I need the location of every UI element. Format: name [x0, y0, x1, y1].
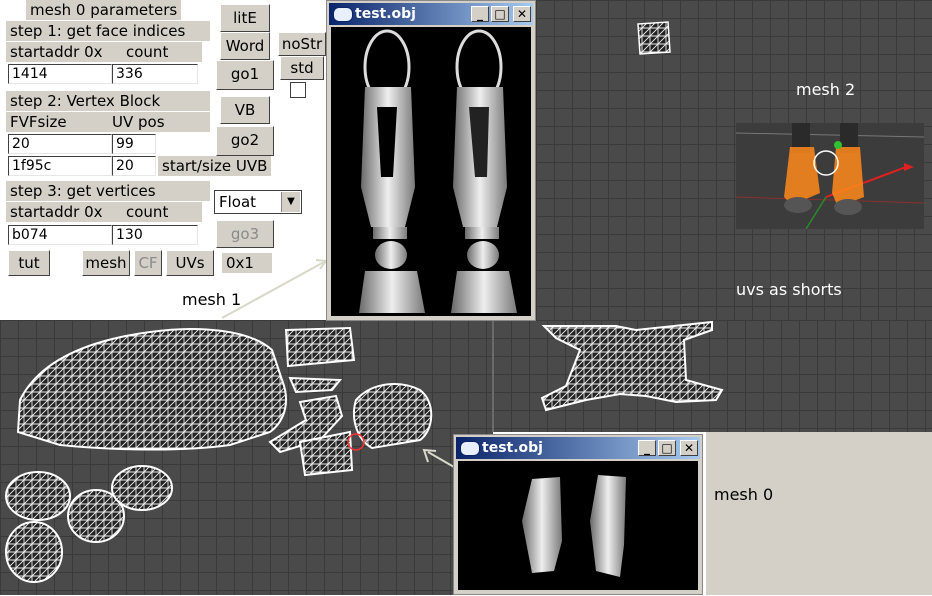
cf-button[interactable]: CF: [134, 250, 162, 276]
step1-heading: step 1: get face indices: [6, 21, 210, 41]
vertex-type-select[interactable]: Float ▼: [214, 190, 302, 214]
annotation-uvs-shorts: uvs as shorts: [736, 280, 842, 299]
step3-count-field[interactable]: 130: [112, 225, 198, 245]
hex-value-label: 0x1: [222, 253, 272, 273]
window-title: test.obj: [355, 6, 416, 22]
step3-col2-label: count: [108, 202, 202, 222]
lite-button[interactable]: litE: [220, 4, 270, 32]
close-icon[interactable]: ✕: [680, 440, 698, 456]
window-titlebar[interactable]: test.obj _ □ ✕: [329, 3, 533, 25]
app-icon: [460, 441, 480, 456]
tut-button[interactable]: tut: [8, 250, 50, 276]
wire-object-small: [637, 21, 671, 55]
chevron-down-icon[interactable]: ▼: [281, 192, 300, 212]
step2-col1-label: FVFsize: [6, 112, 116, 132]
vb-button[interactable]: VB: [220, 96, 270, 124]
panel-title: mesh 0 parameters: [26, 0, 182, 20]
maximize-icon[interactable]: □: [658, 440, 676, 456]
mesh0-render: [522, 475, 626, 577]
app-icon: [333, 7, 353, 22]
uvb-size-field[interactable]: 20: [112, 156, 156, 176]
preview-window-top[interactable]: test.obj _ □ ✕: [326, 0, 536, 321]
go2-button[interactable]: go2: [216, 126, 274, 156]
render-area: [331, 27, 531, 316]
uv-wireframe-mesh1: [5, 326, 433, 583]
uvb-start-field[interactable]: 1f95c: [8, 156, 112, 176]
nostr-button[interactable]: noStr: [278, 32, 326, 56]
minimize-icon[interactable]: _: [638, 440, 656, 456]
step2-col2-label: UV pos: [108, 112, 210, 132]
minimize-icon[interactable]: _: [471, 6, 489, 22]
annotation-mesh2: mesh 2: [796, 80, 856, 99]
preview-window-bottom[interactable]: test.obj _ □ ✕: [453, 434, 703, 595]
blank-area: [706, 432, 932, 595]
step3-addr-field[interactable]: b074: [8, 225, 112, 245]
start-size-uvb-label: start/size UVB: [158, 156, 272, 176]
step1-count-field[interactable]: 336: [112, 64, 198, 84]
render-area-bottom: [458, 461, 698, 590]
step3-col1-label: startaddr 0x: [6, 202, 116, 222]
uvs-button[interactable]: UVs: [166, 250, 214, 276]
go3-button[interactable]: go3: [216, 220, 274, 248]
uv-wireframe-mesh2: [540, 320, 724, 412]
window-title: test.obj: [482, 440, 543, 456]
go1-button[interactable]: go1: [216, 60, 274, 90]
step1-addr-field[interactable]: 1414: [8, 64, 112, 84]
std-button[interactable]: std: [280, 56, 324, 80]
step2-heading: step 2: Vertex Block: [6, 91, 210, 111]
step3-heading: step 3: get vertices: [6, 181, 210, 201]
uv-pos-field[interactable]: 99: [112, 134, 156, 154]
window-titlebar-bottom[interactable]: test.obj _ □ ✕: [456, 437, 700, 459]
fvf-size-field[interactable]: 20: [8, 134, 112, 154]
annotation-mesh1: mesh 1: [182, 290, 242, 309]
vertex-type-value: Float: [219, 193, 257, 211]
word-button[interactable]: Word: [220, 32, 270, 60]
std-checkbox[interactable]: [290, 82, 306, 98]
step1-col1-label: startaddr 0x: [6, 42, 116, 62]
step1-col2-label: count: [108, 42, 202, 62]
maximize-icon[interactable]: □: [491, 6, 509, 22]
annotation-mesh0: mesh 0: [714, 485, 774, 504]
mesh2-3d-preview: [735, 123, 925, 230]
legs-render: [359, 29, 517, 313]
close-icon[interactable]: ✕: [513, 6, 531, 22]
mesh-button[interactable]: mesh: [82, 250, 130, 276]
